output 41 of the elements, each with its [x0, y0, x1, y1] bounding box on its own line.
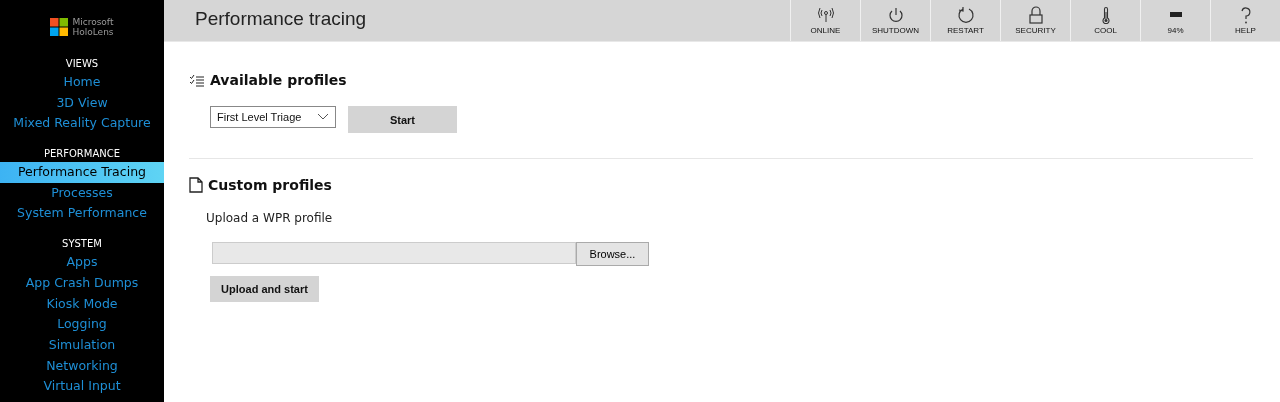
status-button[interactable]: RESTART — [930, 0, 1000, 41]
page-title: Performance tracing — [194, 7, 368, 31]
nav-item[interactable]: Home — [0, 72, 164, 93]
start-button[interactable]: Start — [348, 106, 457, 133]
profile-dropdown[interactable]: First Level Triage — [210, 106, 336, 128]
battery-icon — [1169, 12, 1182, 17]
upload-label: Upload a WPR profile — [206, 211, 334, 225]
nav-item[interactable]: Logging — [0, 314, 164, 335]
checklist-icon — [189, 73, 205, 87]
status-button[interactable]: ONLINE — [790, 0, 860, 41]
status-button[interactable]: COOL — [1070, 0, 1140, 41]
browse-button[interactable]: Browse... — [576, 242, 649, 266]
status-button[interactable]: SHUTDOWN — [860, 0, 930, 41]
nav-item[interactable]: Simulation — [0, 334, 164, 356]
nav-item[interactable]: Apps — [0, 252, 164, 273]
section-heading: PERFORMANCE — [42, 147, 122, 161]
nav-item[interactable]: 3D View — [0, 92, 164, 114]
nav-item[interactable]: App Crash Dumps — [0, 272, 164, 294]
section-heading: VIEWS — [64, 57, 100, 70]
nav-item[interactable]: Kiosk Mode — [0, 293, 164, 315]
nav-item[interactable]: Virtual Input — [0, 376, 164, 397]
status-button[interactable]: 94% — [1140, 0, 1210, 41]
section-heading: SYSTEM — [61, 237, 103, 251]
chevron-down-icon — [317, 113, 329, 121]
windows-logo-icon — [50, 18, 69, 36]
nav-item[interactable]: Mixed Reality Capture — [0, 113, 164, 135]
section-title: Custom profiles — [208, 177, 332, 193]
upload-start-button[interactable]: Upload and start — [210, 276, 319, 302]
logo-text: Microsoft — [72, 17, 114, 27]
nav-item[interactable]: System Performance — [0, 203, 164, 225]
document-icon — [189, 177, 203, 193]
nav-item[interactable]: Networking — [0, 355, 164, 377]
nav-item[interactable]: Processes — [0, 182, 164, 204]
logo-text: HoloLens — [72, 27, 114, 37]
restart-icon — [955, 6, 976, 24]
status-button[interactable]: SECURITY — [1000, 0, 1070, 41]
section-title: Available profiles — [210, 72, 347, 88]
nav-item[interactable]: Performance Tracing — [0, 162, 164, 183]
antenna-icon — [815, 6, 836, 24]
file-path-field[interactable] — [212, 242, 576, 264]
status-button[interactable]: HELP — [1210, 0, 1280, 41]
